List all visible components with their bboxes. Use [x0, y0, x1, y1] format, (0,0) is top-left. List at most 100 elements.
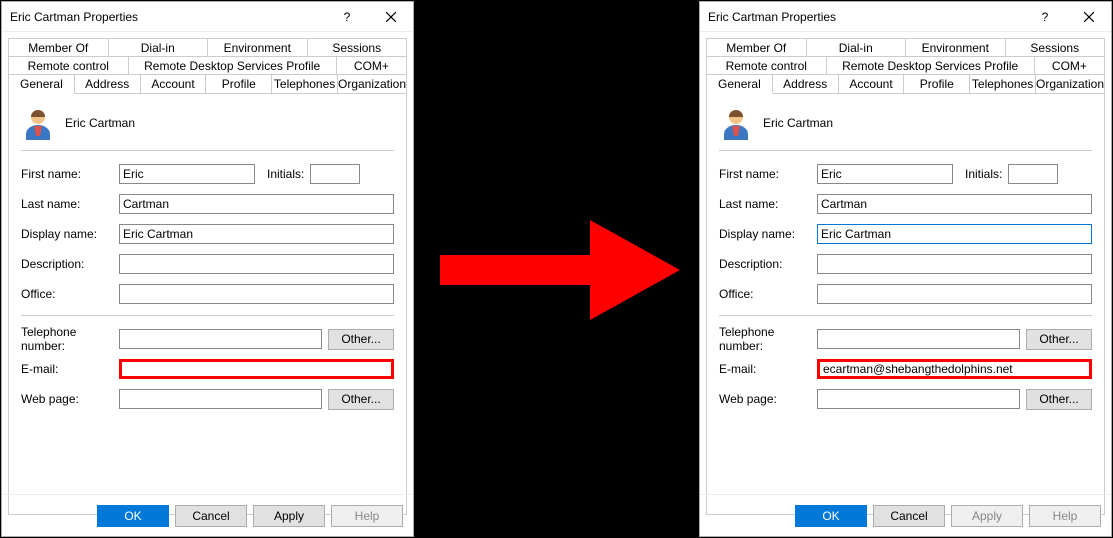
divider [719, 150, 1092, 151]
dialog-footer: OK Cancel Apply Help [2, 494, 413, 536]
close-icon [386, 12, 396, 22]
tab-telephones[interactable]: Telephones [271, 74, 338, 93]
tab-com-plus[interactable]: COM+ [1034, 56, 1105, 75]
close-button[interactable] [1067, 2, 1111, 32]
web-other-button[interactable]: Other... [1026, 389, 1092, 410]
first-name-label: First name: [719, 167, 817, 181]
display-name-label: Display name: [21, 227, 119, 241]
display-name-input[interactable] [817, 224, 1092, 244]
initials-label: Initials: [965, 167, 1002, 181]
tab-telephones[interactable]: Telephones [969, 74, 1036, 93]
office-label: Office: [719, 287, 817, 301]
web-input[interactable] [119, 389, 322, 409]
tab-rds-profile[interactable]: Remote Desktop Services Profile [128, 56, 337, 75]
tab-com-plus[interactable]: COM+ [336, 56, 407, 75]
user-icon [21, 106, 55, 140]
tab-strip: Member Of Dial-in Environment Sessions R… [2, 32, 413, 515]
close-icon [1084, 12, 1094, 22]
display-name-input[interactable] [119, 224, 394, 244]
tab-sessions[interactable]: Sessions [307, 38, 408, 57]
web-other-button[interactable]: Other... [328, 389, 394, 410]
window-title: Eric Cartman Properties [2, 10, 325, 24]
description-input[interactable] [119, 254, 394, 274]
window-title: Eric Cartman Properties [700, 10, 1023, 24]
tab-account[interactable]: Account [140, 74, 207, 93]
cancel-button[interactable]: Cancel [873, 505, 945, 527]
help-button[interactable]: ? [325, 2, 369, 32]
tab-dial-in[interactable]: Dial-in [108, 38, 209, 57]
tab-member-of[interactable]: Member Of [8, 38, 109, 57]
email-label: E-mail: [21, 362, 119, 376]
initials-input[interactable] [310, 164, 360, 184]
tab-rds-profile[interactable]: Remote Desktop Services Profile [826, 56, 1035, 75]
telephone-other-button[interactable]: Other... [328, 329, 394, 350]
first-name-input[interactable] [817, 164, 953, 184]
tab-remote-control[interactable]: Remote control [8, 56, 129, 75]
divider [21, 150, 394, 151]
email-input[interactable] [817, 359, 1092, 379]
telephone-other-button[interactable]: Other... [1026, 329, 1092, 350]
divider [719, 315, 1092, 316]
last-name-label: Last name: [719, 197, 817, 211]
office-input[interactable] [817, 284, 1092, 304]
tab-strip: Member Of Dial-in Environment Sessions R… [700, 32, 1111, 515]
description-input[interactable] [817, 254, 1092, 274]
description-label: Description: [21, 257, 119, 271]
tab-organization[interactable]: Organization [337, 74, 407, 93]
close-button[interactable] [369, 2, 413, 32]
titlebar[interactable]: Eric Cartman Properties ? [2, 2, 413, 32]
last-name-label: Last name: [21, 197, 119, 211]
email-label: E-mail: [719, 362, 817, 376]
tab-dial-in[interactable]: Dial-in [806, 38, 907, 57]
properties-dialog-after: Eric Cartman Properties ? Member Of Dial… [699, 1, 1112, 537]
tab-profile[interactable]: Profile [903, 74, 970, 93]
header-name: Eric Cartman [763, 116, 833, 130]
first-name-input[interactable] [119, 164, 255, 184]
tab-account[interactable]: Account [838, 74, 905, 93]
help-button-footer[interactable]: Help [1029, 505, 1101, 527]
tab-panel-general: Eric Cartman First name: Initials: Last … [706, 93, 1105, 515]
tab-environment[interactable]: Environment [207, 38, 308, 57]
initials-label: Initials: [267, 167, 304, 181]
telephone-input[interactable] [119, 329, 322, 349]
tab-organization[interactable]: Organization [1035, 74, 1105, 93]
tab-address[interactable]: Address [74, 74, 141, 93]
titlebar[interactable]: Eric Cartman Properties ? [700, 2, 1111, 32]
email-input[interactable] [119, 359, 394, 379]
display-name-label: Display name: [719, 227, 817, 241]
first-name-label: First name: [21, 167, 119, 181]
last-name-input[interactable] [119, 194, 394, 214]
ok-button[interactable]: OK [795, 505, 867, 527]
cancel-button[interactable]: Cancel [175, 505, 247, 527]
telephone-label: Telephone number: [719, 325, 817, 353]
properties-dialog-before: Eric Cartman Properties ? Member Of Dial… [1, 1, 414, 537]
help-button[interactable]: ? [1023, 2, 1067, 32]
telephone-label: Telephone number: [21, 325, 119, 353]
office-input[interactable] [119, 284, 394, 304]
tab-environment[interactable]: Environment [905, 38, 1006, 57]
tab-general[interactable]: General [706, 74, 773, 94]
tab-panel-general: Eric Cartman First name: Initials: Last … [8, 93, 407, 515]
tab-member-of[interactable]: Member Of [706, 38, 807, 57]
user-icon [719, 106, 753, 140]
apply-button[interactable]: Apply [951, 505, 1023, 527]
help-button-footer[interactable]: Help [331, 505, 403, 527]
dialog-footer: OK Cancel Apply Help [700, 494, 1111, 536]
tab-general[interactable]: General [8, 74, 75, 94]
web-label: Web page: [719, 392, 817, 406]
tab-remote-control[interactable]: Remote control [706, 56, 827, 75]
office-label: Office: [21, 287, 119, 301]
web-label: Web page: [21, 392, 119, 406]
arrow-icon [440, 210, 680, 330]
tab-profile[interactable]: Profile [205, 74, 272, 93]
tab-sessions[interactable]: Sessions [1005, 38, 1106, 57]
tab-address[interactable]: Address [772, 74, 839, 93]
web-input[interactable] [817, 389, 1020, 409]
telephone-input[interactable] [817, 329, 1020, 349]
apply-button[interactable]: Apply [253, 505, 325, 527]
header-name: Eric Cartman [65, 116, 135, 130]
description-label: Description: [719, 257, 817, 271]
last-name-input[interactable] [817, 194, 1092, 214]
initials-input[interactable] [1008, 164, 1058, 184]
ok-button[interactable]: OK [97, 505, 169, 527]
